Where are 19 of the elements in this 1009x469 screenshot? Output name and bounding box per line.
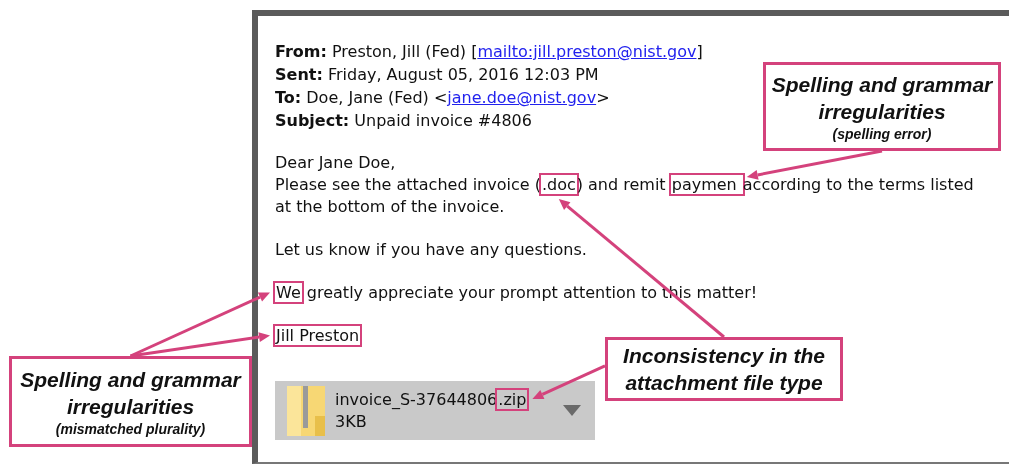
attachment-size: 3KB (335, 410, 368, 433)
message-text: Jill Preston (275, 325, 361, 347)
attachment-chip[interactable]: invoice_S-37644806.zip 3KB (275, 381, 595, 440)
zip-folder-icon (287, 385, 325, 436)
header-line: Subject: Unpaid invoice #4806 (275, 110, 532, 132)
message-text: Let us know if you have any questions. (275, 239, 587, 261)
email-link[interactable]: mailto:jill.preston@nist.gov (477, 42, 697, 61)
header-line: From: Preston, Jill (Fed) [mailto:jill.preston@nist.gov] (275, 41, 703, 63)
header-line: Sent: Friday, August 05, 2016 12:03 PM (275, 64, 599, 86)
callout-title: Inconsistency in the attachment file type (622, 343, 826, 396)
email-link[interactable]: jane.doe@nist.gov (447, 88, 597, 107)
header-line: To: Doe, Jane (Fed) <jane.doe@nist.gov> (275, 87, 610, 109)
callout-title: Spelling and grammar irregularities (770, 71, 994, 125)
attachment-name: invoice_S-37644806.zip (335, 388, 528, 411)
callout-title: Spelling and grammar irregularities (19, 366, 243, 420)
callout-note: (spelling error) (832, 124, 932, 143)
message-text: Dear Jane Doe, (275, 152, 396, 174)
callout-note: (mismatched plurality) (55, 419, 206, 438)
caret-icon[interactable] (563, 405, 581, 416)
